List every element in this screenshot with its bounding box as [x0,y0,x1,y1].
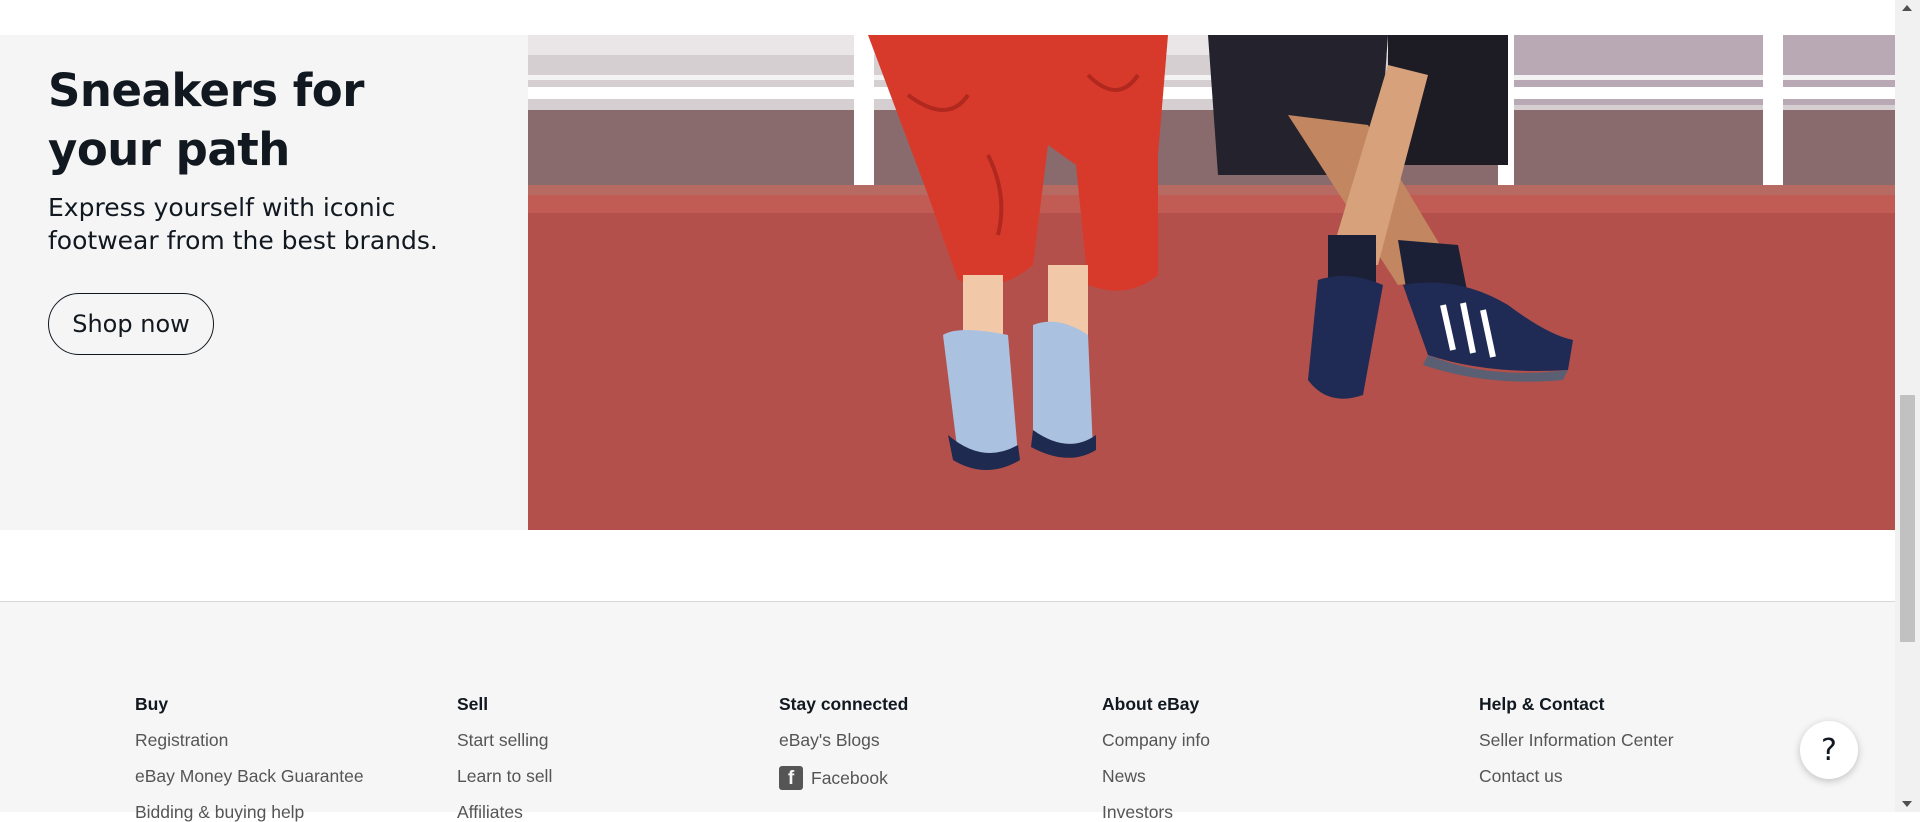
question-icon: ? [1821,732,1837,768]
footer-column-about: About eBay Company info News Investors [1102,694,1210,822]
scrollbar[interactable] [1895,0,1920,812]
top-strip [0,0,1895,35]
footer-link[interactable]: Company info [1102,730,1210,750]
footer-link-blogs[interactable]: eBay's Blogs [779,730,880,750]
footer-link-registration[interactable]: Registration [135,730,228,750]
footer-link[interactable]: Learn to sell [457,766,552,786]
site-footer: Buy Registration eBay Money Back Guarant… [0,602,1895,822]
scroll-up-icon[interactable] [1902,5,1912,11]
shop-now-button[interactable]: Shop now [48,293,214,355]
footer-link[interactable]: f Facebook [779,766,908,790]
footer-link[interactable]: Registration [135,730,364,750]
footer-link[interactable]: Contact us [1479,766,1674,786]
footer-link-learn-to-sell[interactable]: Learn to sell [457,766,552,786]
footer-column-sell: Sell Start selling Learn to sell Affilia… [457,694,552,822]
footer-heading: Help & Contact [1479,694,1605,714]
help-button[interactable]: ? [1800,721,1858,779]
banner-title: Sneakers for your path [48,64,364,176]
footer-heading: Buy [135,694,169,714]
sneakers-illustration [528,35,1895,530]
footer-link[interactable]: News [1102,766,1210,786]
footer-link[interactable]: eBay Money Back Guarantee [135,766,364,786]
footer-heading: About eBay [1102,694,1200,714]
footer-link[interactable]: Seller Information Center [1479,730,1674,750]
footer-link[interactable]: Investors [1102,802,1210,822]
footer-link-money-back[interactable]: eBay Money Back Guarantee [135,766,364,786]
scroll-down-icon[interactable] [1902,801,1912,807]
footer-link-seller-info[interactable]: Seller Information Center [1479,730,1674,750]
footer-link[interactable]: eBay's Blogs [779,730,908,750]
facebook-icon[interactable]: f [779,766,803,790]
banner-subtitle: Express yourself with iconic footwear fr… [48,193,438,255]
footer-link-contact-us[interactable]: Contact us [1479,766,1563,786]
footer-link[interactable]: Start selling [457,730,552,750]
footer-link-company-info[interactable]: Company info [1102,730,1210,750]
sneakers-banner: Sneakers for your path Express yourself … [0,35,1895,530]
footer-column-help: Help & Contact Seller Information Center… [1479,694,1674,786]
footer-link-bidding-help[interactable]: Bidding & buying help [135,802,304,822]
footer-link-start-selling[interactable]: Start selling [457,730,548,750]
footer-column-buy: Buy Registration eBay Money Back Guarant… [135,694,364,822]
footer-heading: Stay connected [779,694,909,714]
scrollbar-thumb[interactable] [1900,395,1915,642]
banner-text: Sneakers for your path Express yourself … [48,61,478,257]
footer-link-news[interactable]: News [1102,766,1146,786]
footer-link-facebook[interactable]: Facebook [811,768,888,788]
footer-link-investors[interactable]: Investors [1102,802,1173,822]
footer-heading: Sell [457,694,489,714]
footer-link[interactable]: Affiliates [457,802,552,822]
footer-link[interactable]: Bidding & buying help [135,802,364,822]
footer-link-affiliates[interactable]: Affiliates [457,802,523,822]
sneakers-photo[interactable] [528,35,1895,530]
footer-column-stay-connected: Stay connected eBay's Blogs f Facebook [779,694,908,790]
